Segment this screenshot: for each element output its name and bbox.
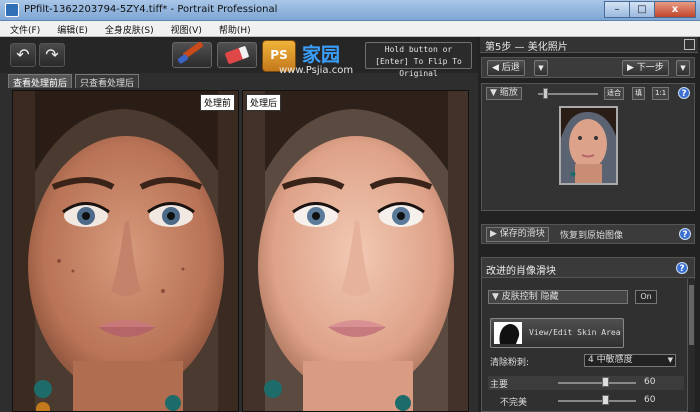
before-image[interactable]: 处理前 xyxy=(12,90,239,412)
blemish-row: 清除粉刺: 4 中敏感度 ▼ xyxy=(488,354,684,368)
next-button[interactable]: ▶ 下一步 xyxy=(622,60,669,76)
advanced-help-icon[interactable]: ? xyxy=(676,262,688,274)
watermark-site: www.Psjia.com xyxy=(279,65,354,76)
blemish-select-value: 4 中敏感度 xyxy=(588,355,633,365)
skin-area-label: View/Edit Skin Area xyxy=(529,328,621,337)
app-icon xyxy=(5,3,19,17)
scrollbar-thumb[interactable] xyxy=(689,285,694,345)
zoom-fill-button[interactable]: 填 xyxy=(632,87,645,100)
next-dropdown-icon[interactable]: ▼ xyxy=(676,60,690,76)
skin-control-header: ▼ 皮肤控制 隐藏 On xyxy=(488,290,688,305)
brush-tool-button[interactable] xyxy=(172,41,212,68)
chevron-down-icon: ▼ xyxy=(667,356,673,364)
restore-original-link[interactable]: 恢复到原始图像 xyxy=(560,228,623,241)
step-navigation: ◀ 后退 ▼ ▶ 下一步 ▼ xyxy=(481,57,695,78)
navigator-thumbnail[interactable] xyxy=(559,106,618,185)
advanced-sliders-panel: 改进的肖像滑块 ? ▼ 皮肤控制 隐藏 On View/Edit Skin Ar… xyxy=(481,257,695,412)
advanced-title: 改进的肖像滑块 xyxy=(486,266,556,277)
tab-after-only[interactable]: 只查看处理后 xyxy=(75,74,140,89)
before-label: 处理前 xyxy=(199,94,235,111)
step-title: 第5步 — 美化照片 xyxy=(485,42,568,53)
title-bar: PPfilt-1362203794-5ZY4.tiff* - Portrait … xyxy=(0,0,700,21)
eraser-tool-button[interactable] xyxy=(217,42,257,68)
face-mask-icon xyxy=(494,322,522,344)
panel-restore-icon[interactable] xyxy=(684,39,695,50)
undo-button[interactable]: ↶ xyxy=(10,43,36,67)
imperfections-slider-label: 不完美 xyxy=(500,398,528,408)
skin-control-toggle[interactable]: ▼ 皮肤控制 隐藏 xyxy=(488,290,628,304)
thumbnail-portrait xyxy=(561,108,616,183)
watermark-name: 家园 xyxy=(302,44,341,66)
step-header: 第5步 — 美化照片 xyxy=(480,37,698,53)
redo-button[interactable]: ↷ xyxy=(39,43,65,67)
menu-view[interactable]: 视图(V) xyxy=(161,21,209,36)
view-tabs: 查看处理前后 只查看处理后 xyxy=(8,74,142,89)
menu-edit[interactable]: 编辑(E) xyxy=(47,21,95,36)
main-slider-knob[interactable] xyxy=(601,377,609,387)
back-button[interactable]: ◀ 后退 xyxy=(487,60,525,76)
after-label: 处理后 xyxy=(246,94,282,111)
portrait-after xyxy=(243,91,468,411)
advanced-header: 改进的肖像滑块 ? xyxy=(482,258,694,278)
zoom-controls: ▼ 缩放 适合 填 1:1 ? xyxy=(486,87,692,101)
main-slider-value: 60 xyxy=(644,377,656,387)
back-dropdown-icon[interactable]: ▼ xyxy=(534,60,548,76)
menu-skin[interactable]: 全身皮肤(S) xyxy=(95,21,161,36)
main-slider-track[interactable] xyxy=(558,382,636,384)
toolbar: ↶ ↷ PS 家园 www.Psjia.com Hold button or [… xyxy=(0,37,478,78)
zoom-1to1-button[interactable]: 1:1 xyxy=(652,87,670,100)
saved-help-icon[interactable]: ? xyxy=(679,228,691,240)
imperfections-slider-knob[interactable] xyxy=(601,395,609,405)
workspace: ↶ ↷ PS 家园 www.Psjia.com Hold button or [… xyxy=(0,37,478,412)
portrait-before xyxy=(13,91,238,411)
slider-row-imperfections: 不完美 60 xyxy=(488,394,684,408)
right-panel: 第5步 — 美化照片 ◀ 后退 ▼ ▶ 下一步 ▼ ▼ 缩放 适合 填 1:1 … xyxy=(478,37,700,412)
menu-help[interactable]: 帮助(H) xyxy=(209,21,258,36)
watermark-logo: PS 家园 www.Psjia.com xyxy=(262,38,362,76)
maximize-button[interactable]: □ xyxy=(629,1,655,18)
minimize-button[interactable]: – xyxy=(604,1,630,18)
skin-on-toggle[interactable]: On xyxy=(635,290,657,304)
window-title: PPfilt-1362203794-5ZY4.tiff* - Portrait … xyxy=(24,4,278,15)
saved-sliders-row: ▶ 保存的滑块 恢复到原始图像 ? xyxy=(481,224,695,244)
close-button[interactable]: x xyxy=(654,1,696,18)
imperfections-slider-value: 60 xyxy=(644,395,656,405)
zoom-navigator: ▼ 缩放 适合 填 1:1 ? xyxy=(481,83,695,211)
skin-area-button[interactable]: View/Edit Skin Area xyxy=(490,318,624,348)
panel-scrollbar[interactable] xyxy=(687,279,695,412)
imperfections-slider-track[interactable] xyxy=(558,400,636,402)
after-image[interactable]: 处理后 xyxy=(242,90,469,412)
saved-sliders-button[interactable]: ▶ 保存的滑块 xyxy=(486,227,549,242)
menu-file[interactable]: 文件(F) xyxy=(0,21,47,36)
blemish-select[interactable]: 4 中敏感度 ▼ xyxy=(584,354,676,367)
tab-before-after[interactable]: 查看处理前后 xyxy=(8,74,73,89)
menu-bar: 文件(F) 编辑(E) 全身皮肤(S) 视图(V) 帮助(H) xyxy=(0,21,700,37)
zoom-fit-button[interactable]: 适合 xyxy=(604,87,624,100)
eraser-icon xyxy=(224,45,250,65)
flip-original-button[interactable]: Hold button or [Enter] To Flip To Origin… xyxy=(365,42,472,78)
slider-row-main: 主要 60 xyxy=(488,376,684,390)
zoom-toggle[interactable]: ▼ 缩放 xyxy=(486,87,522,100)
blemish-label: 清除粉刺: xyxy=(490,358,530,368)
zoom-help-icon[interactable]: ? xyxy=(678,87,690,99)
window-controls: – □ x xyxy=(604,1,696,19)
zoom-slider-knob[interactable] xyxy=(543,88,548,99)
paintbrush-tip-icon xyxy=(177,53,189,65)
main-slider-label: 主要 xyxy=(490,380,509,390)
